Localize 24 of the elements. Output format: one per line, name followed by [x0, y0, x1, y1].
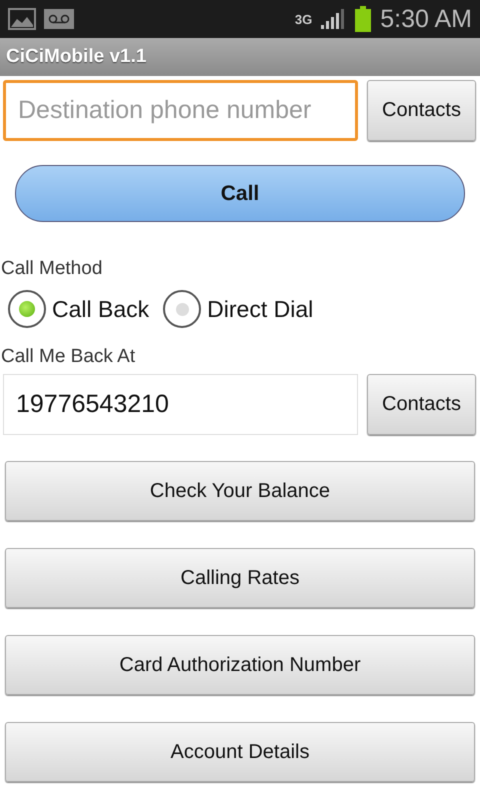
voicemail-icon — [44, 8, 74, 30]
callback-number-field[interactable]: 19776543210 — [3, 374, 358, 435]
radio-button[interactable] — [163, 290, 202, 328]
picture-notification-icon — [8, 8, 36, 30]
contacts-button[interactable]: Contacts — [367, 80, 476, 141]
call-back-label: Call Me Back At — [0, 346, 136, 368]
menu-button[interactable]: Calling Rates — [5, 548, 475, 608]
menu-button[interactable]: Check Your Balance — [5, 461, 475, 521]
radio-button[interactable] — [8, 290, 46, 328]
contacts-button[interactable]: Contacts — [367, 374, 476, 435]
call-method-label: Call Method — [0, 258, 104, 280]
menu-button[interactable]: Card Authorization Number — [5, 635, 475, 695]
network-type: 3G — [294, 12, 312, 26]
destination-field[interactable]: Destination phone number — [3, 80, 358, 141]
call-button[interactable]: Call — [15, 165, 465, 222]
menu-button[interactable]: Account Details — [5, 722, 475, 782]
clock: 5:30 AM — [380, 4, 472, 34]
radio-option[interactable]: Direct Dial — [163, 290, 314, 328]
radio-option[interactable]: Call Back — [8, 290, 150, 328]
battery-icon — [354, 6, 372, 32]
radio-label: Call Back — [52, 296, 150, 322]
signal-icon — [320, 8, 346, 30]
radio-label: Direct Dial — [207, 296, 314, 322]
app-title: CiCiMobile v1.1 — [6, 46, 146, 68]
